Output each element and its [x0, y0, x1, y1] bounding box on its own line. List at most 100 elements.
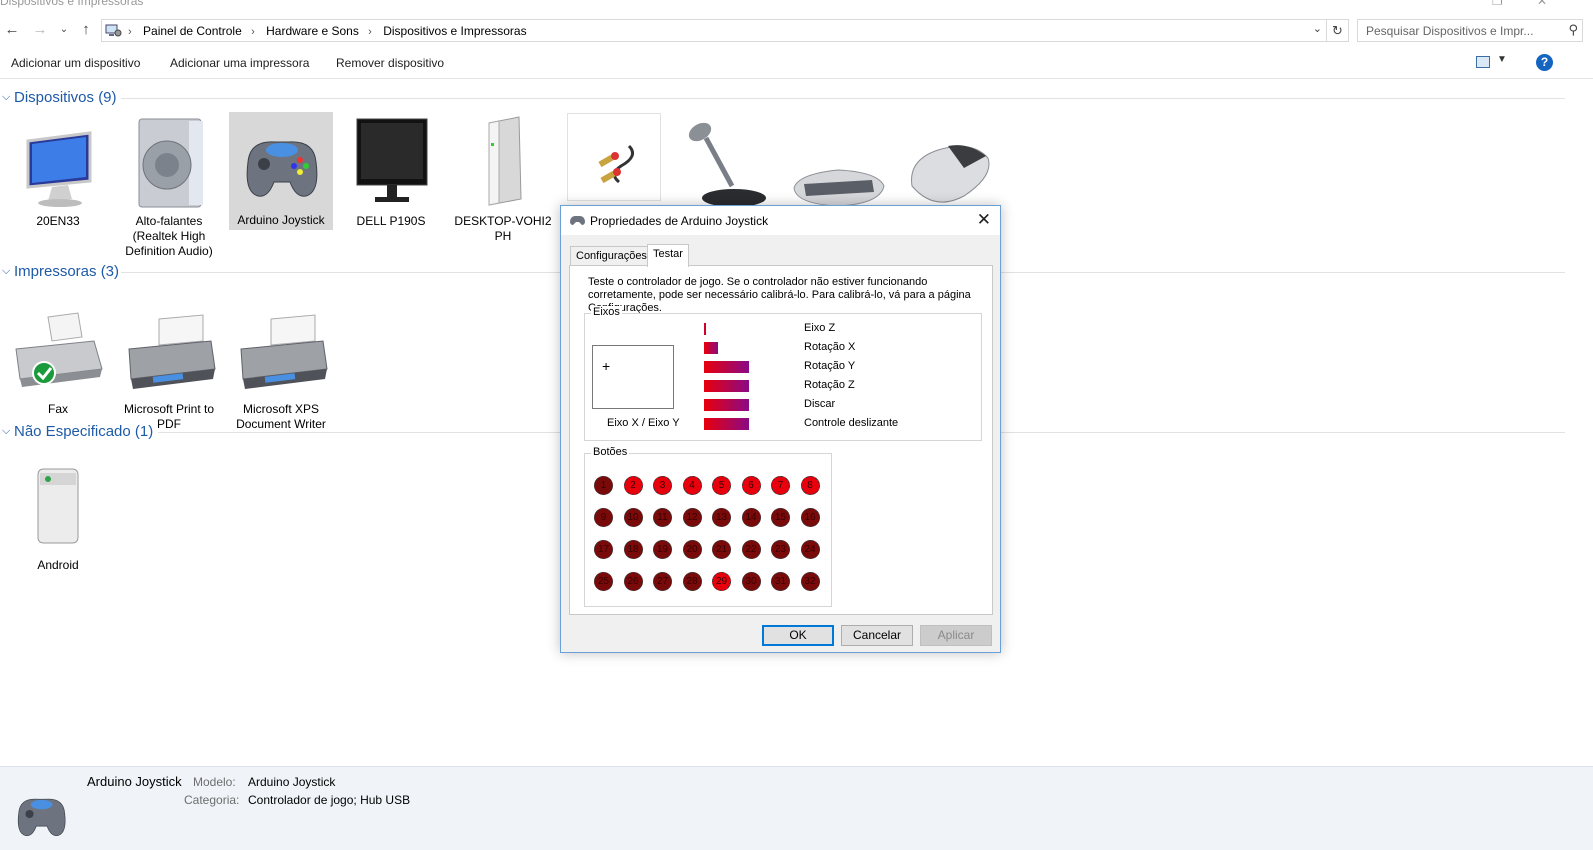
device-audio-cable[interactable] — [567, 113, 661, 201]
printer-fax[interactable]: Fax — [6, 301, 110, 419]
keyboard-icon — [793, 169, 885, 207]
mouse-icon — [911, 145, 990, 203]
add-device-button[interactable]: Adicionar um dispositivo — [11, 56, 140, 70]
collapse-chevron-icon[interactable]: ⌵ — [2, 91, 10, 104]
forward-arrow-icon[interactable]: → — [30, 19, 50, 41]
joystick-button-9: 9 — [594, 508, 613, 527]
printer-xps-writer[interactable]: Microsoft XPS Document Writer — [229, 301, 333, 434]
cancel-button[interactable]: Cancelar — [841, 625, 913, 646]
search-icon[interactable]: ⚲ — [1568, 22, 1578, 38]
joystick-button-17: 17 — [594, 540, 613, 559]
device-label: DELL P190S — [356, 214, 426, 228]
dialog-titlebar[interactable]: Propriedades de Arduino Joystick ✕ — [561, 206, 1000, 235]
joystick-button-5: 5 — [712, 476, 731, 495]
device-label: Android — [37, 558, 79, 572]
axis-label: Rotação X — [804, 341, 856, 353]
joystick-button-3: 3 — [653, 476, 672, 495]
back-arrow-icon[interactable]: ← — [2, 19, 22, 41]
details-model-value: Arduino Joystick — [248, 775, 336, 789]
device-20en33[interactable]: 20EN33 — [6, 113, 110, 231]
group-divider — [121, 98, 1565, 99]
remove-device-button[interactable]: Remover dispositivo — [336, 56, 444, 70]
change-view-icon[interactable] — [1476, 56, 1490, 68]
address-box[interactable]: › Painel de Controle › Hardware e Sons ›… — [101, 19, 1349, 42]
axis-level-bar — [704, 380, 749, 392]
breadcrumb-control-panel[interactable]: Painel de Controle — [143, 24, 242, 38]
joystick-button-4: 4 — [682, 476, 702, 495]
joystick-button-29: 29 — [712, 572, 731, 591]
device-mouse[interactable] — [896, 113, 1000, 214]
view-dropdown-icon[interactable]: ▼ — [1497, 54, 1507, 65]
device-speakers[interactable]: Alto-falantes (Realtek High Definition A… — [117, 113, 221, 261]
breadcrumb-hardware-sound[interactable]: Hardware e Sons — [266, 24, 359, 38]
window-titlebar: Dispositivos e Impressoras ❐ ✕ — [0, 0, 1593, 12]
apply-button[interactable]: Aplicar — [920, 625, 992, 646]
details-model-key: Modelo: — [193, 775, 236, 789]
joystick-button-18: 18 — [623, 540, 643, 559]
buttons-group: Botões 1 2 3 4 5 6 7 8 9 10 11 12 13 14 15 16 17 18 19 20 21… — [584, 446, 832, 607]
device-microphone[interactable] — [674, 113, 778, 214]
device-keyboard[interactable] — [786, 113, 890, 214]
joystick-button-22: 22 — [741, 540, 761, 559]
address-dropdown-icon[interactable]: ⌄ — [1313, 22, 1322, 35]
dialog-close-icon[interactable]: ✕ — [977, 210, 991, 230]
gamepad-icon — [570, 216, 585, 225]
monitor-icon — [356, 118, 428, 202]
device-label: Fax — [47, 402, 68, 416]
device-dell-p190s[interactable]: DELL P190S — [339, 113, 443, 231]
details-device-name: Arduino Joystick — [87, 774, 182, 789]
axis-level-bar — [704, 342, 718, 354]
xy-axis-label: Eixo X / Eixo Y — [607, 417, 680, 429]
joystick-button-10: 10 — [623, 508, 643, 527]
device-android[interactable]: Android — [6, 457, 110, 575]
up-arrow-icon[interactable]: ↑ — [76, 19, 96, 41]
ok-button[interactable]: OK — [762, 625, 834, 646]
tab-settings[interactable]: Configurações — [570, 246, 653, 266]
gamepad-icon — [17, 798, 66, 837]
joystick-button-13: 13 — [712, 508, 731, 527]
device-desktop-vohi2ph[interactable]: DESKTOP-VOHI2 PH — [451, 113, 555, 246]
collapse-chevron-icon[interactable]: ⌵ — [2, 425, 10, 438]
printer-print-to-pdf[interactable]: Microsoft Print to PDF — [117, 301, 221, 434]
joystick-button-11: 11 — [653, 508, 672, 527]
joystick-button-2: 2 — [623, 476, 643, 495]
control-panel-icon — [105, 24, 122, 37]
joystick-button-31: 31 — [771, 572, 790, 591]
joystick-button-32: 32 — [800, 572, 820, 591]
joystick-button-12: 12 — [682, 508, 702, 527]
joystick-button-7: 7 — [771, 476, 790, 495]
properties-dialog: Propriedades de Arduino Joystick ✕ Confi… — [560, 205, 1001, 653]
help-icon[interactable]: ? — [1536, 54, 1553, 71]
axis-level-bar — [704, 418, 749, 430]
recent-locations-chevron-icon[interactable]: ⌄ — [54, 19, 74, 41]
test-tab-panel: Teste o controlador de jogo. Se o contro… — [569, 265, 993, 615]
breadcrumb-devices-printers[interactable]: Dispositivos e Impressoras — [383, 24, 526, 38]
axes-legend: Eixos — [591, 306, 622, 318]
generic-device-icon — [37, 468, 79, 544]
dialog-title: Propriedades de Arduino Joystick — [590, 214, 769, 228]
device-arduino-joystick[interactable]: Arduino Joystick — [229, 112, 333, 230]
refresh-icon[interactable]: ↻ — [1326, 20, 1348, 41]
tab-test[interactable]: Testar — [647, 244, 689, 267]
device-label: 20EN33 — [36, 214, 80, 228]
search-input[interactable]: Pesquisar Dispositivos e Impr... ⚲ — [1357, 19, 1583, 42]
axis-label: Eixo Z — [804, 322, 836, 334]
printer-icon — [128, 314, 216, 389]
printer-icon — [240, 314, 328, 389]
audio-cable-icon — [598, 144, 635, 184]
joystick-button-24: 24 — [800, 540, 820, 559]
collapse-chevron-icon[interactable]: ⌵ — [2, 265, 10, 278]
close-window-icon[interactable]: ✕ — [1537, 0, 1547, 8]
restore-icon[interactable]: ❐ — [1492, 0, 1503, 8]
joystick-button-15: 15 — [771, 508, 790, 527]
details-category-value: Controlador de jogo; Hub USB — [248, 793, 411, 807]
group-header-devices[interactable]: ⌵ Dispositivos (9) — [0, 89, 1565, 109]
joystick-button-27: 27 — [653, 572, 672, 591]
crosshair-icon: + — [602, 358, 611, 374]
add-printer-button[interactable]: Adicionar uma impressora — [170, 56, 309, 70]
details-category-key: Categoria: — [184, 793, 240, 807]
axis-level-bar — [704, 399, 749, 411]
group-title-unspecified: Não Especificado (1) — [14, 423, 154, 440]
axis-label: Controle deslizante — [804, 417, 899, 429]
joystick-button-26: 26 — [623, 572, 643, 591]
